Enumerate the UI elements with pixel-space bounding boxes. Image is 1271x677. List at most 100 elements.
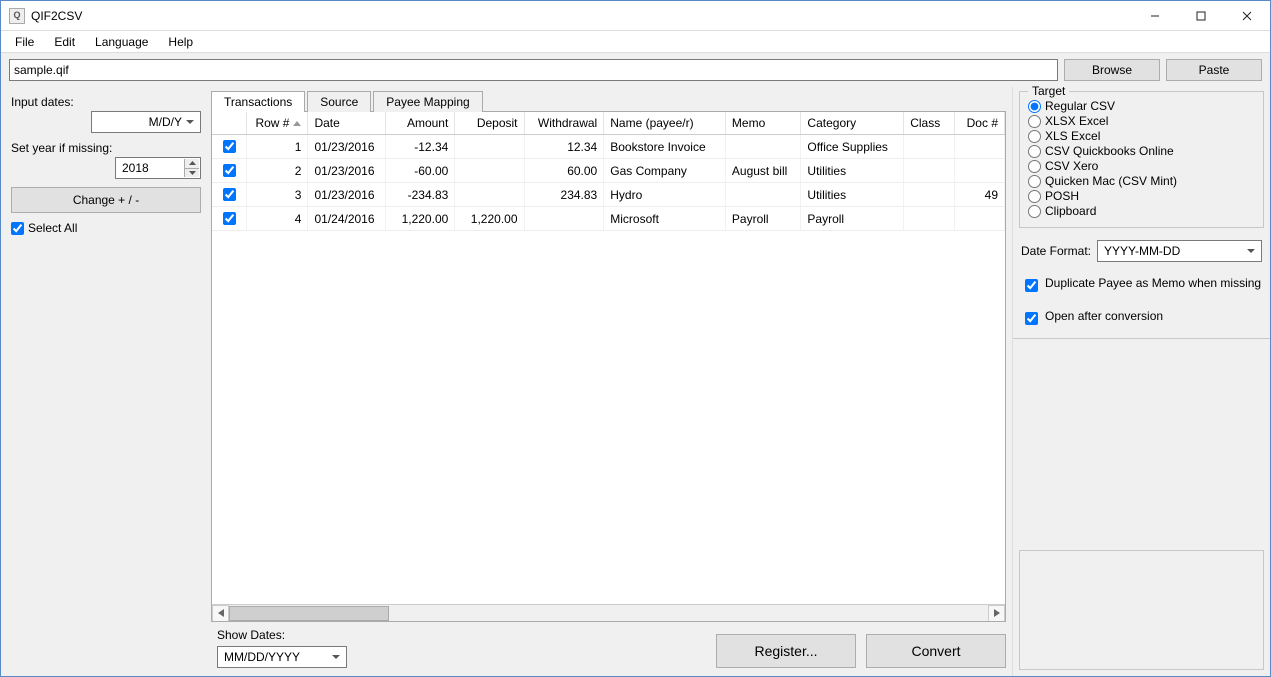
spin-up-icon[interactable] xyxy=(185,159,199,169)
target-radio[interactable] xyxy=(1028,115,1041,128)
scroll-right-icon[interactable] xyxy=(988,605,1005,622)
register-button[interactable]: Register... xyxy=(716,634,856,668)
col-row[interactable]: Row # xyxy=(246,112,308,135)
target-option[interactable]: Regular CSV xyxy=(1028,99,1255,113)
cell-row: 3 xyxy=(246,183,308,207)
paste-button[interactable]: Paste xyxy=(1166,59,1262,81)
browse-button[interactable]: Browse xyxy=(1064,59,1160,81)
target-radio[interactable] xyxy=(1028,205,1041,218)
menu-language[interactable]: Language xyxy=(85,33,158,51)
cell-doc xyxy=(954,135,1004,159)
right-panel: Target Regular CSVXLSX ExcelXLS ExcelCSV… xyxy=(1012,87,1270,676)
open-after-checkbox[interactable]: Open after conversion xyxy=(1021,309,1262,328)
row-check[interactable] xyxy=(223,212,236,225)
col-check[interactable] xyxy=(212,112,246,135)
scroll-left-icon[interactable] xyxy=(212,605,229,622)
target-option[interactable]: CSV Xero xyxy=(1028,159,1255,173)
tab-payee-mapping[interactable]: Payee Mapping xyxy=(373,91,482,112)
col-category[interactable]: Category xyxy=(801,112,904,135)
cell-class xyxy=(904,135,954,159)
cell-memo xyxy=(725,183,801,207)
col-name[interactable]: Name (payee/r) xyxy=(604,112,726,135)
filepath-input[interactable] xyxy=(9,59,1058,81)
close-button[interactable] xyxy=(1224,1,1270,31)
open-after-input[interactable] xyxy=(1025,312,1038,325)
cell-withdrawal: 60.00 xyxy=(524,159,604,183)
col-amount[interactable]: Amount xyxy=(386,112,455,135)
tabs: Transactions Source Payee Mapping xyxy=(211,87,1006,111)
cell-name: Bookstore Invoice xyxy=(604,135,726,159)
col-deposit[interactable]: Deposit xyxy=(455,112,524,135)
cell-category: Utilities xyxy=(801,183,904,207)
target-option[interactable]: XLS Excel xyxy=(1028,129,1255,143)
table-row[interactable]: 301/23/2016-234.83234.83HydroUtilities49 xyxy=(212,183,1005,207)
minimize-button[interactable] xyxy=(1132,1,1178,31)
col-withdrawal[interactable]: Withdrawal xyxy=(524,112,604,135)
target-radio[interactable] xyxy=(1028,190,1041,203)
row-check[interactable] xyxy=(223,164,236,177)
cell-deposit xyxy=(455,183,524,207)
tab-source[interactable]: Source xyxy=(307,91,371,112)
cell-category: Payroll xyxy=(801,207,904,231)
transactions-grid[interactable]: Row # Date Amount Deposit Withdrawal Nam… xyxy=(212,112,1005,604)
input-dates-value: M/D/Y xyxy=(149,115,182,129)
show-dates-label: Show Dates: xyxy=(217,628,347,642)
menu-help[interactable]: Help xyxy=(158,33,203,51)
cell-withdrawal: 12.34 xyxy=(524,135,604,159)
scroll-thumb[interactable] xyxy=(229,606,389,621)
convert-button[interactable]: Convert xyxy=(866,634,1006,668)
cell-name: Microsoft xyxy=(604,207,726,231)
left-panel: Input dates: M/D/Y Set year if missing: … xyxy=(1,87,211,676)
row-check[interactable] xyxy=(223,140,236,153)
table-row[interactable]: 201/23/2016-60.0060.00Gas CompanyAugust … xyxy=(212,159,1005,183)
target-radio[interactable] xyxy=(1028,100,1041,113)
dup-payee-checkbox[interactable]: Duplicate Payee as Memo when missing xyxy=(1021,276,1262,295)
cell-class xyxy=(904,183,954,207)
dup-payee-input[interactable] xyxy=(1025,279,1038,292)
date-format-value: YYYY-MM-DD xyxy=(1104,244,1180,258)
col-doc[interactable]: Doc # xyxy=(954,112,1004,135)
target-radio[interactable] xyxy=(1028,160,1041,173)
target-option-label: Regular CSV xyxy=(1045,99,1115,113)
select-all-input[interactable] xyxy=(11,222,24,235)
col-date[interactable]: Date xyxy=(308,112,386,135)
show-dates-select[interactable]: MM/DD/YYYY xyxy=(217,646,347,668)
target-radio[interactable] xyxy=(1028,175,1041,188)
log-panel xyxy=(1019,550,1264,670)
dup-payee-label: Duplicate Payee as Memo when missing xyxy=(1045,276,1262,290)
open-after-label: Open after conversion xyxy=(1045,309,1262,323)
cell-doc: 49 xyxy=(954,183,1004,207)
select-all-label: Select All xyxy=(28,221,77,235)
target-option-label: CSV Xero xyxy=(1045,159,1098,173)
menu-edit[interactable]: Edit xyxy=(44,33,85,51)
target-option[interactable]: CSV Quickbooks Online xyxy=(1028,144,1255,158)
tab-transactions[interactable]: Transactions xyxy=(211,91,305,112)
spin-down-icon[interactable] xyxy=(185,169,199,178)
date-format-label: Date Format: xyxy=(1021,244,1091,258)
target-option-label: CSV Quickbooks Online xyxy=(1045,144,1174,158)
scroll-track[interactable] xyxy=(229,606,988,621)
set-year-value: 2018 xyxy=(122,161,149,175)
target-option[interactable]: Quicken Mac (CSV Mint) xyxy=(1028,174,1255,188)
row-check[interactable] xyxy=(223,188,236,201)
cell-memo xyxy=(725,135,801,159)
select-all-checkbox[interactable]: Select All xyxy=(11,221,201,235)
date-format-select[interactable]: YYYY-MM-DD xyxy=(1097,240,1262,262)
maximize-button[interactable] xyxy=(1178,1,1224,31)
col-memo[interactable]: Memo xyxy=(725,112,801,135)
target-groupbox: Target Regular CSVXLSX ExcelXLS ExcelCSV… xyxy=(1019,91,1264,228)
input-dates-select[interactable]: M/D/Y xyxy=(91,111,201,133)
table-row[interactable]: 101/23/2016-12.3412.34Bookstore InvoiceO… xyxy=(212,135,1005,159)
target-radio[interactable] xyxy=(1028,145,1041,158)
target-option[interactable]: Clipboard xyxy=(1028,204,1255,218)
cell-name: Gas Company xyxy=(604,159,726,183)
col-class[interactable]: Class xyxy=(904,112,954,135)
menu-file[interactable]: File xyxy=(5,33,44,51)
horizontal-scrollbar[interactable] xyxy=(212,604,1005,621)
set-year-spinner[interactable]: 2018 xyxy=(115,157,201,179)
target-option[interactable]: POSH xyxy=(1028,189,1255,203)
change-sign-button[interactable]: Change + / - xyxy=(11,187,201,213)
target-radio[interactable] xyxy=(1028,130,1041,143)
target-option[interactable]: XLSX Excel xyxy=(1028,114,1255,128)
table-row[interactable]: 401/24/20161,220.001,220.00MicrosoftPayr… xyxy=(212,207,1005,231)
